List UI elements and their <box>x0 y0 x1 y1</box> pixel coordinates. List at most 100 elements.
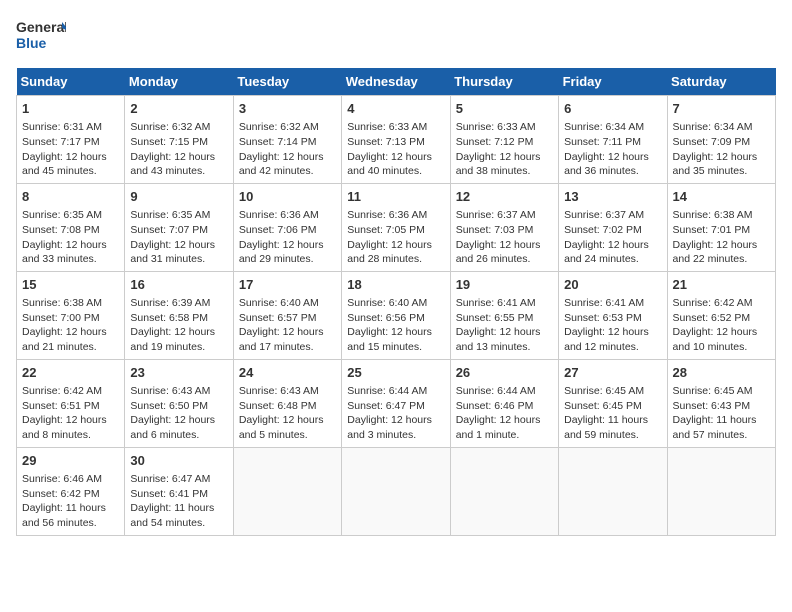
day-info: Sunrise: 6:47 AM Sunset: 6:41 PM Dayligh… <box>130 472 227 531</box>
calendar-cell: 12 Sunrise: 6:37 AM Sunset: 7:03 PM Dayli… <box>450 183 558 271</box>
calendar-header-row: SundayMondayTuesdayWednesdayThursdayFrid… <box>17 68 776 96</box>
page-header: General Blue <box>16 16 776 56</box>
day-info: Sunrise: 6:33 AM Sunset: 7:13 PM Dayligh… <box>347 120 444 179</box>
calendar-cell: 14 Sunrise: 6:38 AM Sunset: 7:01 PM Dayli… <box>667 183 775 271</box>
calendar-cell: 30 Sunrise: 6:47 AM Sunset: 6:41 PM Dayli… <box>125 447 233 535</box>
calendar-cell: 11 Sunrise: 6:36 AM Sunset: 7:05 PM Dayli… <box>342 183 450 271</box>
calendar-cell <box>667 447 775 535</box>
day-info: Sunrise: 6:31 AM Sunset: 7:17 PM Dayligh… <box>22 120 119 179</box>
col-header-monday: Monday <box>125 68 233 96</box>
calendar-table: SundayMondayTuesdayWednesdayThursdayFrid… <box>16 68 776 536</box>
day-number: 1 <box>22 100 119 118</box>
calendar-cell: 26 Sunrise: 6:44 AM Sunset: 6:46 PM Dayli… <box>450 359 558 447</box>
day-number: 26 <box>456 364 553 382</box>
logo-svg: General Blue <box>16 16 66 56</box>
col-header-thursday: Thursday <box>450 68 558 96</box>
day-info: Sunrise: 6:32 AM Sunset: 7:14 PM Dayligh… <box>239 120 336 179</box>
day-number: 3 <box>239 100 336 118</box>
calendar-cell: 8 Sunrise: 6:35 AM Sunset: 7:08 PM Daylig… <box>17 183 125 271</box>
calendar-cell: 9 Sunrise: 6:35 AM Sunset: 7:07 PM Daylig… <box>125 183 233 271</box>
day-info: Sunrise: 6:35 AM Sunset: 7:07 PM Dayligh… <box>130 208 227 267</box>
day-info: Sunrise: 6:34 AM Sunset: 7:09 PM Dayligh… <box>673 120 770 179</box>
calendar-cell: 28Sunrise: 6:45 AM Sunset: 6:43 PM Dayli… <box>667 359 775 447</box>
calendar-cell: 10Sunrise: 6:36 AM Sunset: 7:06 PM Dayli… <box>233 183 341 271</box>
day-number: 14 <box>673 188 770 206</box>
calendar-cell: 19Sunrise: 6:41 AM Sunset: 6:55 PM Dayli… <box>450 271 558 359</box>
calendar-week-row: 8 Sunrise: 6:35 AM Sunset: 7:08 PM Daylig… <box>17 183 776 271</box>
calendar-week-row: 1 Sunrise: 6:31 AM Sunset: 7:17 PM Daylig… <box>17 96 776 184</box>
day-info: Sunrise: 6:44 AM Sunset: 6:46 PM Dayligh… <box>456 384 553 443</box>
day-number: 30 <box>130 452 227 470</box>
day-info: Sunrise: 6:44 AM Sunset: 6:47 PM Dayligh… <box>347 384 444 443</box>
day-number: 18 <box>347 276 444 294</box>
day-number: 21 <box>673 276 770 294</box>
day-info: Sunrise: 6:41 AM Sunset: 6:53 PM Dayligh… <box>564 296 661 355</box>
day-info: Sunrise: 6:42 AM Sunset: 6:51 PM Dayligh… <box>22 384 119 443</box>
day-number: 5 <box>456 100 553 118</box>
col-header-saturday: Saturday <box>667 68 775 96</box>
calendar-cell: 3 Sunrise: 6:32 AM Sunset: 7:14 PM Daylig… <box>233 96 341 184</box>
day-info: Sunrise: 6:37 AM Sunset: 7:02 PM Dayligh… <box>564 208 661 267</box>
calendar-cell: 27 Sunrise: 6:45 AM Sunset: 6:45 PM Dayli… <box>559 359 667 447</box>
calendar-cell: 1 Sunrise: 6:31 AM Sunset: 7:17 PM Daylig… <box>17 96 125 184</box>
day-info: Sunrise: 6:46 AM Sunset: 6:42 PM Dayligh… <box>22 472 119 531</box>
day-number: 10 <box>239 188 336 206</box>
calendar-cell <box>342 447 450 535</box>
day-info: Sunrise: 6:39 AM Sunset: 6:58 PM Dayligh… <box>130 296 227 355</box>
calendar-cell: 4 Sunrise: 6:33 AM Sunset: 7:13 PM Daylig… <box>342 96 450 184</box>
calendar-cell: 24 Sunrise: 6:43 AM Sunset: 6:48 PM Dayli… <box>233 359 341 447</box>
calendar-cell: 6Sunrise: 6:34 AM Sunset: 7:11 PM Daylig… <box>559 96 667 184</box>
calendar-week-row: 15 Sunrise: 6:38 AM Sunset: 7:00 PM Dayli… <box>17 271 776 359</box>
svg-text:Blue: Blue <box>16 35 47 51</box>
calendar-cell: 18 Sunrise: 6:40 AM Sunset: 6:56 PM Dayli… <box>342 271 450 359</box>
calendar-cell: 7 Sunrise: 6:34 AM Sunset: 7:09 PM Daylig… <box>667 96 775 184</box>
day-number: 2 <box>130 100 227 118</box>
day-info: Sunrise: 6:33 AM Sunset: 7:12 PM Dayligh… <box>456 120 553 179</box>
day-number: 20 <box>564 276 661 294</box>
day-info: Sunrise: 6:40 AM Sunset: 6:57 PM Dayligh… <box>239 296 336 355</box>
day-number: 16 <box>130 276 227 294</box>
calendar-cell: 23 Sunrise: 6:43 AM Sunset: 6:50 PM Dayli… <box>125 359 233 447</box>
day-info: Sunrise: 6:36 AM Sunset: 7:05 PM Dayligh… <box>347 208 444 267</box>
day-info: Sunrise: 6:43 AM Sunset: 6:50 PM Dayligh… <box>130 384 227 443</box>
day-number: 22 <box>22 364 119 382</box>
day-number: 12 <box>456 188 553 206</box>
day-number: 9 <box>130 188 227 206</box>
calendar-cell: 20 Sunrise: 6:41 AM Sunset: 6:53 PM Dayli… <box>559 271 667 359</box>
day-number: 27 <box>564 364 661 382</box>
day-number: 25 <box>347 364 444 382</box>
day-number: 17 <box>239 276 336 294</box>
day-info: Sunrise: 6:45 AM Sunset: 6:43 PM Dayligh… <box>673 384 770 443</box>
day-number: 8 <box>22 188 119 206</box>
day-number: 7 <box>673 100 770 118</box>
day-info: Sunrise: 6:37 AM Sunset: 7:03 PM Dayligh… <box>456 208 553 267</box>
day-info: Sunrise: 6:45 AM Sunset: 6:45 PM Dayligh… <box>564 384 661 443</box>
day-info: Sunrise: 6:38 AM Sunset: 7:00 PM Dayligh… <box>22 296 119 355</box>
day-number: 15 <box>22 276 119 294</box>
day-number: 29 <box>22 452 119 470</box>
calendar-cell <box>559 447 667 535</box>
day-info: Sunrise: 6:38 AM Sunset: 7:01 PM Dayligh… <box>673 208 770 267</box>
calendar-cell: 22 Sunrise: 6:42 AM Sunset: 6:51 PM Dayli… <box>17 359 125 447</box>
col-header-wednesday: Wednesday <box>342 68 450 96</box>
calendar-cell: 21 Sunrise: 6:42 AM Sunset: 6:52 PM Dayli… <box>667 271 775 359</box>
calendar-cell: 2Sunrise: 6:32 AM Sunset: 7:15 PM Daylig… <box>125 96 233 184</box>
svg-text:General: General <box>16 19 66 35</box>
day-number: 13 <box>564 188 661 206</box>
calendar-week-row: 29 Sunrise: 6:46 AM Sunset: 6:42 PM Dayli… <box>17 447 776 535</box>
day-info: Sunrise: 6:42 AM Sunset: 6:52 PM Dayligh… <box>673 296 770 355</box>
day-info: Sunrise: 6:40 AM Sunset: 6:56 PM Dayligh… <box>347 296 444 355</box>
col-header-sunday: Sunday <box>17 68 125 96</box>
calendar-cell: 15 Sunrise: 6:38 AM Sunset: 7:00 PM Dayli… <box>17 271 125 359</box>
day-number: 4 <box>347 100 444 118</box>
day-info: Sunrise: 6:34 AM Sunset: 7:11 PM Dayligh… <box>564 120 661 179</box>
day-number: 23 <box>130 364 227 382</box>
day-number: 11 <box>347 188 444 206</box>
calendar-cell: 16 Sunrise: 6:39 AM Sunset: 6:58 PM Dayli… <box>125 271 233 359</box>
day-info: Sunrise: 6:35 AM Sunset: 7:08 PM Dayligh… <box>22 208 119 267</box>
day-number: 24 <box>239 364 336 382</box>
day-info: Sunrise: 6:43 AM Sunset: 6:48 PM Dayligh… <box>239 384 336 443</box>
calendar-cell: 17 Sunrise: 6:40 AM Sunset: 6:57 PM Dayli… <box>233 271 341 359</box>
calendar-cell <box>450 447 558 535</box>
calendar-cell: 29 Sunrise: 6:46 AM Sunset: 6:42 PM Dayli… <box>17 447 125 535</box>
